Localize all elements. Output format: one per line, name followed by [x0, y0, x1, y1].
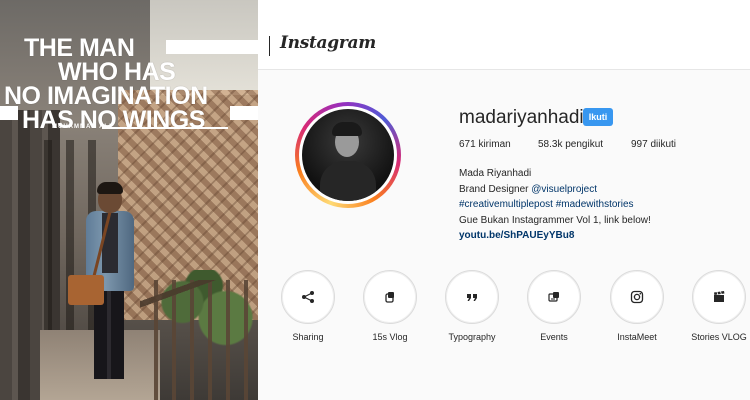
- highlight-label: Events: [540, 332, 568, 342]
- highlight-label: 15s Vlog: [372, 332, 408, 342]
- avatar[interactable]: [302, 109, 394, 201]
- share-icon: [302, 291, 314, 303]
- highlight-15s-vlog[interactable]: 15s Vlog: [360, 270, 420, 342]
- quote-author-rule: [102, 127, 228, 129]
- profile-tagline: Gue Bukan Instagrammer Vol 1, link below…: [459, 214, 651, 226]
- role-text: Brand Designer: [459, 183, 532, 195]
- highlight-typography[interactable]: Typography: [442, 270, 502, 342]
- hashtag-links[interactable]: #creativemultiplepost #madewithstories: [459, 197, 651, 213]
- poster-photo: THE MAN WHO HAS NO IMAGINATION HAS NO WI…: [0, 0, 258, 400]
- events-icon: [548, 292, 559, 302]
- highlight-stories-vlog[interactable]: Stories VLOG: [689, 270, 749, 342]
- poster-railing: [140, 280, 258, 400]
- posts-count[interactable]: 671 kiriman: [459, 139, 511, 150]
- follow-button[interactable]: Ikuti: [583, 108, 613, 126]
- highlight-label: Sharing: [292, 332, 324, 342]
- highlight-sharing[interactable]: Sharing: [278, 270, 338, 342]
- profile-full-name: Mada Riyanhadi: [459, 168, 532, 179]
- story-highlights: Sharing 15s Vlog Typography Events Insta…: [258, 270, 750, 350]
- highlight-label: InstaMeet: [617, 332, 657, 342]
- profile-website-link[interactable]: youtu.be/ShPAUEyYBu8: [459, 228, 651, 244]
- profile-role: Brand Designer @visuelproject: [459, 182, 651, 198]
- highlight-label: Typography: [448, 332, 496, 342]
- quote-line: NO IMAGINATION: [4, 82, 208, 110]
- instagram-logo[interactable]: Instagram: [280, 33, 376, 53]
- poster-quote: THE MAN WHO HAS NO IMAGINATION HAS NO WI…: [0, 34, 258, 133]
- quote-line: WHO HAS: [58, 58, 176, 86]
- profile-username: madariyanhadi: [459, 107, 584, 128]
- mention-link[interactable]: @visuelproject: [531, 184, 597, 195]
- followers-count[interactable]: 58.3k pengikut: [538, 139, 603, 150]
- top-bar: Instagram: [258, 0, 750, 70]
- highlight-instameet[interactable]: InstaMeet: [607, 270, 667, 342]
- clapperboard-icon: [714, 291, 725, 302]
- poster-man: [68, 182, 140, 385]
- vlog-icon: [385, 292, 394, 303]
- highlight-label: Stories VLOG: [691, 332, 747, 342]
- quote-line: THE MAN: [24, 34, 135, 62]
- highlight-events[interactable]: Events: [524, 270, 584, 342]
- avatar-story-ring[interactable]: [295, 102, 401, 208]
- quote-icon: [467, 294, 477, 301]
- instagram-profile: Instagram madariyanhadi Ikuti 671 kirima…: [258, 0, 750, 400]
- instagram-icon: [630, 290, 644, 304]
- profile-bio: Mada Riyanhadi Brand Designer @visuelpro…: [459, 166, 651, 244]
- following-count[interactable]: 997 diikuti: [631, 139, 676, 150]
- logo-divider: [269, 36, 270, 56]
